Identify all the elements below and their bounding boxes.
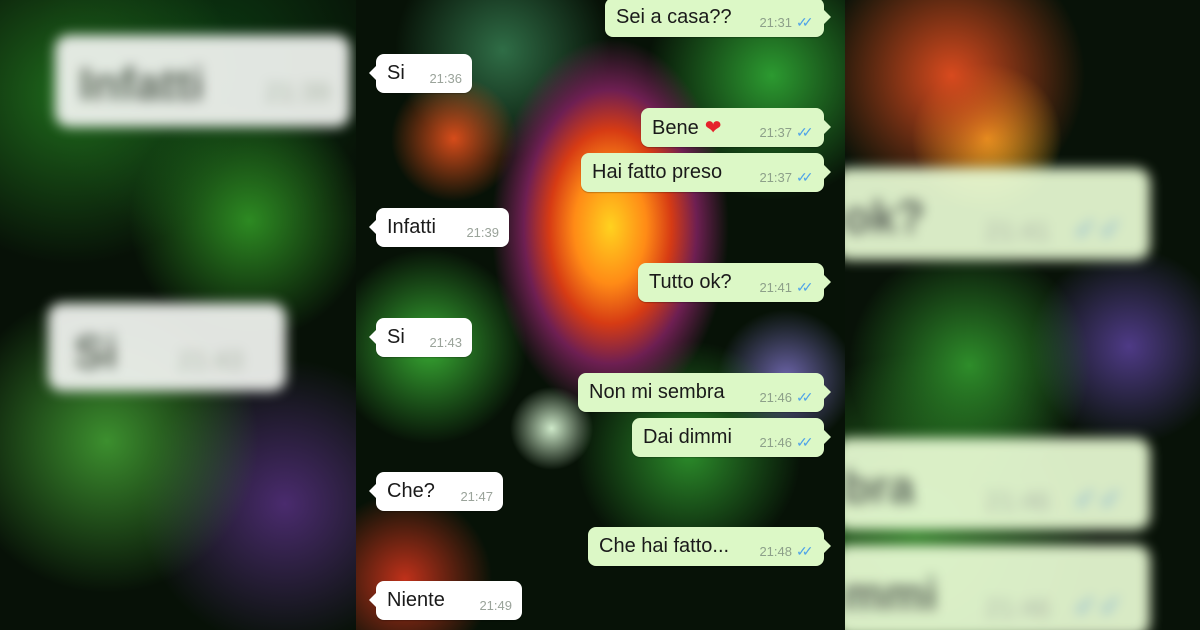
read-receipt-icon: ✓✓: [796, 13, 813, 30]
message-text: Si: [387, 326, 405, 348]
message-text: Non mi sembra: [589, 381, 725, 403]
message-time: 21:47: [460, 489, 493, 504]
message-incoming[interactable]: Si 21:36: [369, 54, 472, 93]
message-outgoing[interactable]: Tutto ok? 21:41 ✓✓: [638, 263, 831, 302]
message-outgoing[interactable]: Hai fatto preso 21:37 ✓✓: [581, 153, 831, 192]
message-text: Si: [387, 62, 405, 84]
zoomed-message-time: 21:46: [985, 486, 1051, 516]
message-text: Tutto ok?: [649, 271, 732, 293]
message-incoming[interactable]: Infatti 21:39: [369, 208, 509, 247]
read-receipt-icon: ✓✓: [796, 168, 813, 185]
message-time: 21:37: [759, 170, 792, 185]
message-outgoing[interactable]: Dai dimmi 21:46 ✓✓: [632, 418, 831, 457]
read-receipt-icon: ✓✓: [796, 433, 813, 450]
message-text: Infatti: [387, 216, 436, 238]
zoomed-message-bubble: mmi 21:46 ✓✓: [845, 545, 1150, 630]
read-receipt-icon: ✓✓: [1073, 590, 1124, 623]
message-time: 21:43: [429, 335, 462, 350]
chat-screenshot-composite: Infatti 21:39 Si 21:43 ok? 21:41 ✓✓ bra …: [0, 0, 1200, 630]
message-incoming[interactable]: Niente 21:49: [369, 581, 522, 620]
zoomed-message-text: mmi: [845, 568, 938, 620]
heart-emoji-icon: ❤: [704, 117, 722, 139]
zoomed-message-time: 21:41: [985, 216, 1051, 246]
message-text: Sei a casa??: [616, 6, 732, 28]
message-time: 21:41: [759, 280, 792, 295]
message-text: Dai dimmi: [643, 426, 732, 448]
message-incoming[interactable]: Si 21:43: [369, 318, 472, 357]
zoomed-message-text: Si: [74, 326, 118, 378]
read-receipt-icon: ✓✓: [796, 388, 813, 405]
message-text: Bene ❤: [652, 117, 722, 139]
read-receipt-icon: ✓✓: [796, 278, 813, 295]
message-outgoing[interactable]: Bene ❤ 21:37 ✓✓: [641, 108, 831, 147]
message-outgoing[interactable]: Che hai fatto... 21:48 ✓✓: [588, 527, 831, 566]
zoomed-message-time: 21:46: [985, 593, 1051, 623]
message-time: 21:48: [759, 544, 792, 559]
zoomed-message-bubble: Infatti 21:39: [55, 35, 350, 127]
message-time: 21:36: [429, 71, 462, 86]
message-time: 21:37: [759, 125, 792, 140]
message-time: 21:46: [759, 435, 792, 450]
message-text: Che?: [387, 480, 435, 502]
zoomed-message-time: 21:43: [178, 345, 244, 375]
zoomed-message-text: ok?: [845, 191, 925, 243]
zoomed-message-text: Infatti: [79, 58, 205, 110]
zoomed-message-bubble: Si 21:43: [48, 303, 286, 391]
zoomed-message-text: bra: [845, 461, 915, 513]
message-time: 21:49: [479, 598, 512, 613]
chat-conversation[interactable]: Sei a casa?? 21:31 ✓✓ Si 21:36 Bene ❤ 21:…: [356, 0, 845, 630]
message-text: Niente: [387, 589, 445, 611]
zoomed-message-time: 21:39: [265, 77, 331, 107]
blurred-background-right: ok? 21:41 ✓✓ bra 21:46 ✓✓ mmi 21:46 ✓✓: [845, 0, 1200, 630]
blurred-background-left: Infatti 21:39 Si 21:43: [0, 0, 356, 630]
zoomed-message-bubble: bra 21:46 ✓✓: [845, 438, 1150, 530]
message-time: 21:31: [759, 15, 792, 30]
read-receipt-icon: ✓✓: [796, 542, 813, 559]
message-incoming[interactable]: Che? 21:47: [369, 472, 503, 511]
message-text: Hai fatto preso: [592, 161, 723, 183]
zoomed-message-bubble: ok? 21:41 ✓✓: [845, 168, 1150, 260]
read-receipt-icon: ✓✓: [1073, 213, 1124, 246]
message-text: Che hai fatto...: [599, 535, 730, 557]
read-receipt-icon: ✓✓: [796, 123, 813, 140]
message-outgoing[interactable]: Sei a casa?? 21:31 ✓✓: [605, 0, 831, 37]
message-outgoing[interactable]: Non mi sembra 21:46 ✓✓: [578, 373, 831, 412]
read-receipt-icon: ✓✓: [1073, 483, 1124, 516]
message-time: 21:39: [466, 225, 499, 240]
message-time: 21:46: [759, 390, 792, 405]
